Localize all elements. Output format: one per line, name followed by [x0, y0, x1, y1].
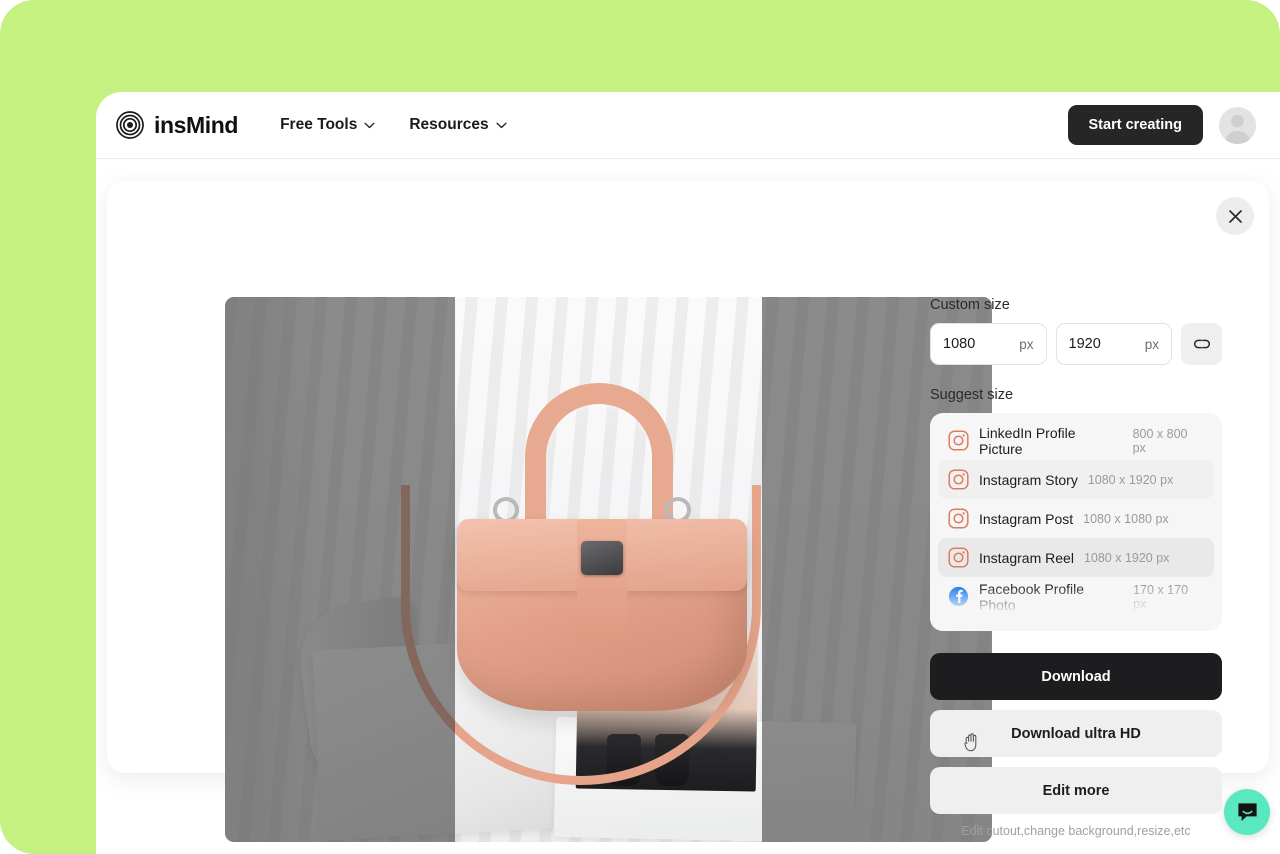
facebook-icon	[950, 625, 967, 631]
list-item-name: Instagram Post	[979, 510, 1074, 527]
chevron-down-icon	[364, 122, 375, 128]
broken-link-icon	[1193, 339, 1210, 349]
width-unit: px	[1019, 336, 1034, 352]
close-button[interactable]	[1216, 197, 1254, 235]
width-input[interactable]: 1080 px	[930, 323, 1047, 365]
chat-launcher-button[interactable]	[1224, 789, 1270, 835]
custom-size-row: 1080 px 1920 px	[930, 323, 1222, 365]
edit-more-hint: Edit cutout,change background,resize,etc	[961, 824, 1191, 838]
app-window: insMind Free Tools Resources Start creat…	[96, 92, 1280, 854]
suggest-size-label: Suggest size	[930, 387, 1014, 403]
list-item[interactable]: LinkedIn Profile Picture 800 x 800 px	[938, 421, 1214, 460]
width-value: 1080	[943, 336, 976, 352]
crop-dim-left	[225, 297, 455, 842]
nav-item-resources-label: Resources	[409, 116, 489, 133]
edit-more-button[interactable]: Edit more	[930, 767, 1222, 814]
insmind-spiral-logo-icon	[116, 111, 144, 139]
chat-bubble-icon	[1237, 802, 1257, 821]
height-value: 1920	[1068, 336, 1101, 352]
list-item-name: Instagram Story	[979, 471, 1078, 488]
brand-logo[interactable]: insMind	[116, 111, 238, 139]
photo-bag-lock	[581, 541, 623, 575]
top-navbar: insMind Free Tools Resources Start creat…	[96, 92, 1280, 159]
suggest-size-list[interactable]: LinkedIn Profile Picture 800 x 800 px In…	[930, 413, 1222, 631]
instagram-icon	[948, 508, 969, 529]
image-preview[interactable]	[225, 297, 992, 842]
list-item-name: Facebook Cover	[979, 628, 1082, 632]
list-item-size: 820 x 120 px	[1092, 629, 1164, 632]
nav-right-group: Start creating	[1067, 105, 1256, 145]
list-item-name: Facebook Profile Photo	[979, 580, 1085, 613]
action-buttons: Download Download ultra HD Edit more Edi…	[930, 653, 1222, 838]
instagram-icon	[948, 430, 969, 451]
list-item-size: 1080 x 1920 px	[1087, 472, 1174, 487]
download-ultra-hd-button[interactable]: Download ultra HD	[930, 710, 1222, 757]
custom-size-label: Custom size	[930, 297, 1010, 313]
list-item[interactable]: Facebook Profile Photo 170 x 170 px	[938, 577, 1214, 616]
default-user-avatar-icon	[1219, 106, 1256, 144]
list-item-size: 1080 x 1080 px	[1083, 511, 1169, 526]
nav-item-resources[interactable]: Resources	[409, 116, 507, 134]
instagram-icon	[948, 547, 969, 568]
list-item-size: 170 x 170 px	[1133, 582, 1189, 611]
grab-hand-cursor-icon	[964, 733, 977, 752]
list-item-size: 1080 x 1920 px	[1083, 550, 1170, 565]
list-item[interactable]: Instagram Post 1080 x 1080 px	[938, 499, 1214, 538]
nav-item-free-tools-label: Free Tools	[280, 116, 358, 133]
height-input[interactable]: 1920 px	[1055, 323, 1172, 365]
list-item[interactable]: Facebook Cover 820 x 120 px	[938, 616, 1214, 631]
list-item[interactable]: Instagram Reel 1080 x 1920 px	[938, 538, 1214, 577]
size-settings-panel: Custom size 1080 px 1920 px Suggest size…	[930, 297, 1222, 838]
facebook-icon	[948, 586, 969, 607]
aspect-ratio-lock-button[interactable]	[1181, 323, 1222, 365]
brand-name: insMind	[154, 111, 239, 138]
download-button[interactable]: Download	[930, 653, 1222, 700]
list-item[interactable]: Instagram Story 1080 x 1920 px	[938, 460, 1214, 499]
height-unit: px	[1144, 336, 1159, 352]
nav-links: Free Tools Resources	[280, 116, 507, 134]
photo-bag-front-strap	[577, 519, 627, 639]
list-item-size: 800 x 800 px	[1132, 426, 1188, 455]
download-ultra-hd-label: Download ultra HD	[1011, 725, 1141, 742]
instagram-icon	[948, 469, 969, 490]
nav-item-free-tools[interactable]: Free Tools	[280, 116, 375, 134]
photo-bag-handle	[525, 383, 673, 533]
chevron-down-icon	[496, 122, 507, 128]
avatar[interactable]	[1219, 106, 1256, 144]
close-icon	[1228, 209, 1242, 223]
list-item-name: Instagram Reel	[979, 549, 1074, 566]
list-item-name: LinkedIn Profile Picture	[979, 424, 1076, 457]
start-creating-button[interactable]: Start creating	[1067, 105, 1203, 145]
resize-modal: Custom size 1080 px 1920 px Suggest size…	[107, 181, 1269, 842]
